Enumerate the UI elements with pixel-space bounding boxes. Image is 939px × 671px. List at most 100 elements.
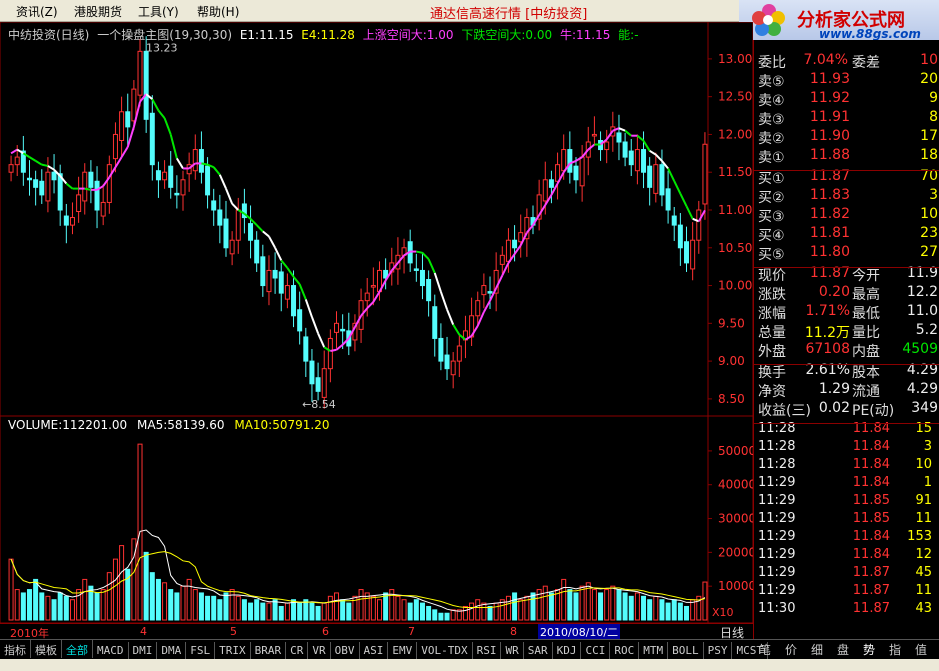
tab-brar[interactable]: BRAR [251, 642, 287, 660]
candle-body [628, 150, 634, 166]
volume-bar [426, 605, 432, 621]
tab-fsl[interactable]: FSL [186, 642, 216, 660]
sell-label: 卖② [758, 131, 785, 147]
side-tab-6[interactable]: 值 [915, 641, 927, 658]
price-tick-label: 11.00 [718, 203, 752, 217]
candle-body [168, 165, 174, 188]
volume-bar [512, 592, 518, 621]
tick-row: 11:29 11.87 11 [754, 583, 939, 601]
volume-bar [198, 592, 204, 621]
volume-bar [542, 585, 548, 621]
tab-boll[interactable]: BOLL [668, 642, 704, 660]
candle-body [149, 112, 155, 166]
tab-macd[interactable]: MACD [93, 642, 129, 660]
tab-cr[interactable]: CR [286, 642, 309, 660]
tab-roc[interactable]: ROC [610, 642, 640, 660]
trend-line-segment [421, 252, 430, 260]
volume-bar [69, 599, 75, 621]
tick-row: 11:29 11.87 45 [754, 565, 939, 583]
tab-rsi[interactable]: RSI [473, 642, 502, 660]
volume-bar [647, 599, 653, 621]
tab-kdj[interactable]: KDJ [553, 642, 582, 660]
volume-tick-label: 30000 [718, 512, 753, 526]
tab-sar[interactable]: SAR [524, 642, 553, 660]
candle-body [481, 285, 487, 296]
candle-body [223, 218, 229, 249]
tick-time: 11:29 [758, 475, 796, 490]
volume-bar [469, 602, 475, 621]
tab-trix[interactable]: TRIX [215, 642, 251, 660]
tab-模板[interactable]: 模板 [31, 640, 62, 658]
tab-vol-tdx[interactable]: VOL-TDX [417, 642, 473, 660]
side-tab-4[interactable]: 势 [863, 641, 875, 658]
sell-volume: 18 [920, 147, 938, 163]
buy-volume: 10 [920, 206, 938, 222]
price-tick-label: 10.50 [718, 241, 752, 255]
tab-obv[interactable]: OBV [331, 642, 360, 660]
volume-bar [548, 592, 554, 621]
menu-item-help[interactable]: 帮助(H) [197, 3, 239, 20]
chart-area[interactable]: 中纺投资(日线) 一个操盘主图(19,30,30) E1:11.15 E4:11… [0, 22, 753, 639]
candle-body [235, 209, 241, 241]
stat-label: 收益(三) [758, 403, 811, 419]
candle-body [291, 285, 297, 317]
high-annotation: 13.23 [146, 42, 178, 55]
volume-bar [419, 602, 425, 621]
tab-dma[interactable]: DMA [157, 642, 187, 660]
tab-mtm[interactable]: MTM [639, 642, 669, 660]
tick-row: 11:28 11.84 3 [754, 439, 939, 457]
menu-item-tools[interactable]: 工具(Y) [138, 3, 179, 20]
volume-bar [327, 595, 333, 621]
tick-time: 11:28 [758, 457, 796, 472]
tab-psy[interactable]: PSY [704, 642, 733, 660]
side-tab-1[interactable]: 价 [785, 641, 797, 658]
tab-asi[interactable]: ASI [360, 642, 389, 660]
candle-body [432, 306, 438, 339]
candle-body [39, 180, 45, 196]
price-volume-chart[interactable]: 13.00 12.50 12.00 11.50 11.00 10.50 10.00 9.50 9… [0, 22, 753, 623]
volume-bar [518, 599, 524, 621]
tab-wr[interactable]: WR [501, 642, 524, 660]
price-tick-label: 9.50 [718, 316, 745, 330]
trend-line-segment [28, 156, 37, 162]
volume-bar [370, 595, 376, 621]
candle-body [26, 177, 32, 181]
buy-label: 买① [758, 171, 785, 187]
tick-time: 11:28 [758, 439, 796, 454]
trend-line-segment [439, 291, 448, 310]
sell-row: 卖⑤ 11.93 20 [754, 71, 939, 90]
weicha-label: 委差 [852, 55, 880, 71]
volume-bar [481, 602, 487, 621]
trend-line-segment [427, 258, 436, 274]
weibi-value: 7.04% [803, 52, 848, 68]
menu-item-info[interactable]: 资讯(Z) [16, 3, 58, 20]
candle-body [297, 309, 303, 332]
sell-price: 11.92 [809, 90, 850, 106]
side-tab-2[interactable]: 细 [811, 641, 823, 658]
menu-item-hk-futures[interactable]: 港股期货 [74, 3, 122, 20]
trend-line-segment [452, 324, 461, 336]
candle-body [450, 360, 456, 376]
volume-bar [567, 589, 573, 621]
volume-bar [579, 585, 585, 621]
candle-body [119, 111, 125, 141]
tab-全部[interactable]: 全部 [62, 640, 93, 658]
date-month-6: 6 [322, 625, 329, 638]
stat-label: 量比 [852, 325, 880, 341]
tab-cci[interactable]: CCI [581, 642, 611, 660]
tab-vr[interactable]: VR [308, 642, 331, 660]
side-tab-3[interactable]: 盘 [837, 641, 849, 658]
sell-volume: 9 [929, 90, 938, 106]
stat-label: 股本 [852, 365, 880, 381]
side-tab-0[interactable]: 笔 [759, 641, 771, 658]
tab-dmi[interactable]: DMI [129, 642, 158, 660]
trend-line-segment [280, 259, 289, 269]
volume-bar [653, 595, 659, 621]
price-tick-label: 12.00 [718, 127, 752, 141]
tab-指标[interactable]: 指标 [0, 640, 31, 658]
side-tab-5[interactable]: 指 [889, 641, 901, 658]
trend-line-segment [225, 188, 234, 205]
trend-line-segment [311, 316, 320, 334]
tab-emv[interactable]: EMV [388, 642, 418, 660]
candle-body [198, 149, 204, 173]
